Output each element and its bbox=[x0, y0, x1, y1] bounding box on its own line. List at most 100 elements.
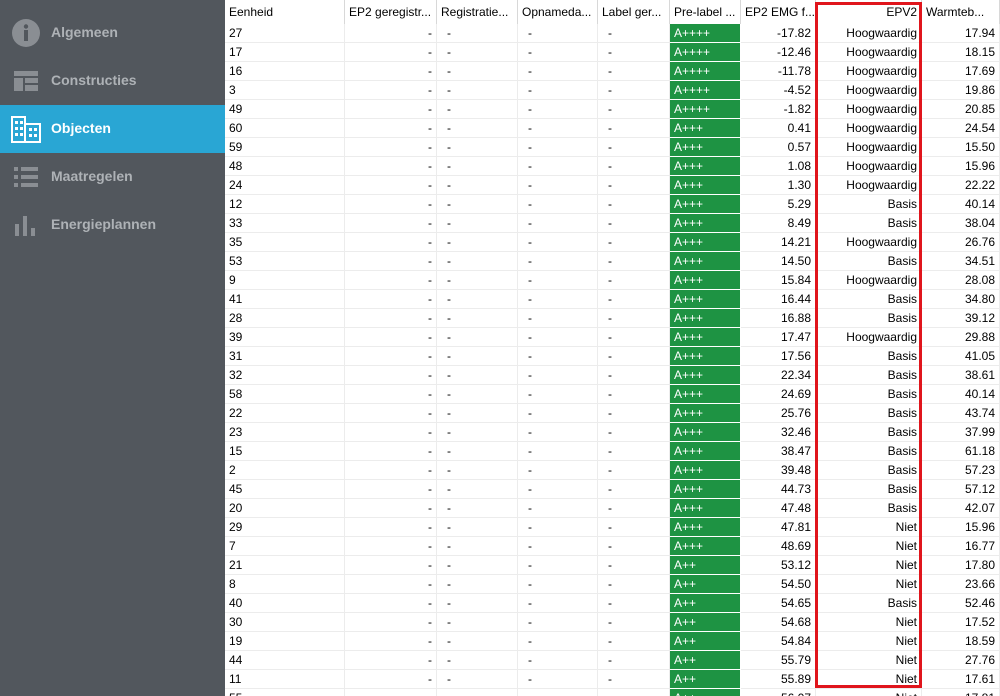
table-row[interactable]: 24- - - - A+++ 1.30 Hoogwaardig 22.22 bbox=[225, 176, 1000, 195]
table-row[interactable]: 22- - - - A+++ 25.76 Basis 43.74 bbox=[225, 404, 1000, 423]
table-row[interactable]: 19- - - - A++ 54.84 Niet 18.59 bbox=[225, 632, 1000, 651]
table-row[interactable]: 7- - - - A+++ 48.69 Niet 16.77 bbox=[225, 537, 1000, 556]
column-header-ep2-geregistreerd[interactable]: EP2 geregistr... bbox=[345, 0, 437, 24]
cell-eenheid: 33 bbox=[225, 214, 345, 233]
cell-warmte: 38.61 bbox=[922, 366, 1000, 385]
cell-registratie: - bbox=[437, 271, 518, 290]
cell-ep2-geregistreerd: - bbox=[345, 594, 437, 613]
layout-icon bbox=[11, 66, 41, 96]
cell-label-geregistreerd: - bbox=[598, 632, 670, 651]
table-row[interactable]: 41- - - - A+++ 16.44 Basis 34.80 bbox=[225, 290, 1000, 309]
table-row[interactable]: 15- - - - A+++ 38.47 Basis 61.18 bbox=[225, 442, 1000, 461]
cell-epv2: Hoogwaardig bbox=[816, 24, 922, 43]
table-row[interactable]: 40- - - - A++ 54.65 Basis 52.46 bbox=[225, 594, 1000, 613]
table-row[interactable]: 35- - - - A+++ 14.21 Hoogwaardig 26.76 bbox=[225, 233, 1000, 252]
cell-label-geregistreerd: - bbox=[598, 176, 670, 195]
table-row[interactable]: 27- - - - A++++ -17.82 Hoogwaardig 17.94 bbox=[225, 24, 1000, 43]
column-header-label-geregistreerd[interactable]: Label ger... bbox=[598, 0, 670, 24]
table-row[interactable]: 23- - - - A+++ 32.46 Basis 37.99 bbox=[225, 423, 1000, 442]
table-row[interactable]: 21- - - - A++ 53.12 Niet 17.80 bbox=[225, 556, 1000, 575]
cell-ep2-emg: 47.81 bbox=[741, 518, 816, 537]
cell-label-geregistreerd: - bbox=[598, 689, 670, 696]
table-row[interactable]: 39- - - - A+++ 17.47 Hoogwaardig 29.88 bbox=[225, 328, 1000, 347]
column-header-warmte[interactable]: Warmteb... bbox=[922, 0, 1000, 24]
cell-pre-label: A+++ bbox=[670, 176, 741, 195]
cell-registratie: - bbox=[437, 689, 518, 696]
cell-eenheid: 22 bbox=[225, 404, 345, 423]
sidebar-item-energieplannen[interactable]: Energieplannen bbox=[0, 201, 225, 249]
cell-opnamedatum: - bbox=[518, 138, 598, 157]
cell-ep2-geregistreerd: - bbox=[345, 404, 437, 423]
table-row[interactable]: 58- - - - A+++ 24.69 Basis 40.14 bbox=[225, 385, 1000, 404]
cell-label-geregistreerd: - bbox=[598, 290, 670, 309]
column-header-pre-label[interactable]: Pre-label ... bbox=[670, 0, 741, 24]
sidebar-item-label: Energieplannen bbox=[51, 216, 157, 232]
table-row[interactable]: 2- - - - A+++ 39.48 Basis 57.23 bbox=[225, 461, 1000, 480]
cell-pre-label: A++++ bbox=[670, 81, 741, 100]
cell-warmte: 24.54 bbox=[922, 119, 1000, 138]
table-row[interactable]: 28- - - - A+++ 16.88 Basis 39.12 bbox=[225, 309, 1000, 328]
table-row[interactable]: 12- - - - A+++ 5.29 Basis 40.14 bbox=[225, 195, 1000, 214]
cell-pre-label: A++++ bbox=[670, 100, 741, 119]
cell-pre-label: A+++ bbox=[670, 442, 741, 461]
sidebar-item-maatregelen[interactable]: Maatregelen bbox=[0, 153, 225, 201]
cell-opnamedatum: - bbox=[518, 309, 598, 328]
cell-eenheid: 3 bbox=[225, 81, 345, 100]
table-row[interactable]: 31- - - - A+++ 17.56 Basis 41.05 bbox=[225, 347, 1000, 366]
sidebar-item-algemeen[interactable]: Algemeen bbox=[0, 9, 225, 57]
table-row[interactable]: 60- - - - A+++ 0.41 Hoogwaardig 24.54 bbox=[225, 119, 1000, 138]
cell-registratie: - bbox=[437, 233, 518, 252]
cell-warmte: 52.46 bbox=[922, 594, 1000, 613]
cell-registratie: - bbox=[437, 119, 518, 138]
table-row[interactable]: 9- - - - A+++ 15.84 Hoogwaardig 28.08 bbox=[225, 271, 1000, 290]
cell-label-geregistreerd: - bbox=[598, 100, 670, 119]
table-row[interactable]: 45- - - - A+++ 44.73 Basis 57.12 bbox=[225, 480, 1000, 499]
cell-label-geregistreerd: - bbox=[598, 195, 670, 214]
column-header-eenheid[interactable]: Eenheid bbox=[225, 0, 345, 24]
table-row[interactable]: 33- - - - A+++ 8.49 Basis 38.04 bbox=[225, 214, 1000, 233]
cell-label-geregistreerd: - bbox=[598, 594, 670, 613]
cell-registratie: - bbox=[437, 613, 518, 632]
table-row[interactable]: 8- - - - A++ 54.50 Niet 23.66 bbox=[225, 575, 1000, 594]
cell-warmte: 18.59 bbox=[922, 632, 1000, 651]
table-row[interactable]: 3- - - - A++++ -4.52 Hoogwaardig 19.86 bbox=[225, 81, 1000, 100]
table-row[interactable]: 59- - - - A+++ 0.57 Hoogwaardig 15.50 bbox=[225, 138, 1000, 157]
column-header-opnamedatum[interactable]: Opnameda... bbox=[518, 0, 598, 24]
cell-eenheid: 12 bbox=[225, 195, 345, 214]
cell-opnamedatum: - bbox=[518, 214, 598, 233]
table-row[interactable]: 55----A++56.07Niet17.81 bbox=[225, 689, 1000, 696]
cell-label-geregistreerd: - bbox=[598, 670, 670, 689]
column-header-epv2[interactable]: EPV2 bbox=[816, 0, 922, 24]
table-row[interactable]: 17- - - - A++++ -12.46 Hoogwaardig 18.15 bbox=[225, 43, 1000, 62]
table-row[interactable]: 49- - - - A++++ -1.82 Hoogwaardig 20.85 bbox=[225, 100, 1000, 119]
table-row[interactable]: 16- - - - A++++ -11.78 Hoogwaardig 17.69 bbox=[225, 62, 1000, 81]
table-row[interactable]: 11- - - - A++ 55.89 Niet 17.61 bbox=[225, 670, 1000, 689]
cell-epv2: Basis bbox=[816, 347, 922, 366]
table-row[interactable]: 32- - - - A+++ 22.34 Basis 38.61 bbox=[225, 366, 1000, 385]
sidebar: Algemeen Constructies Objecten Maatregelen E… bbox=[0, 0, 225, 696]
cell-registratie: - bbox=[437, 556, 518, 575]
cell-ep2-geregistreerd: - bbox=[345, 480, 437, 499]
cell-eenheid: 16 bbox=[225, 62, 345, 81]
cell-warmte: 15.96 bbox=[922, 157, 1000, 176]
cell-opnamedatum: - bbox=[518, 366, 598, 385]
cell-ep2-emg: 24.69 bbox=[741, 385, 816, 404]
cell-eenheid: 27 bbox=[225, 24, 345, 43]
table-row[interactable]: 53- - - - A+++ 14.50 Basis 34.51 bbox=[225, 252, 1000, 271]
table-row[interactable]: 20- - - - A+++ 47.48 Basis 42.07 bbox=[225, 499, 1000, 518]
cell-warmte: 40.14 bbox=[922, 385, 1000, 404]
column-header-ep2-emg[interactable]: EP2 EMG f... bbox=[741, 0, 816, 24]
table-row[interactable]: 48- - - - A+++ 1.08 Hoogwaardig 15.96 bbox=[225, 157, 1000, 176]
column-header-registratie[interactable]: Registratie... bbox=[437, 0, 518, 24]
cell-epv2: Hoogwaardig bbox=[816, 233, 922, 252]
cell-registratie: - bbox=[437, 594, 518, 613]
table-row[interactable]: 29- - - - A+++ 47.81 Niet 15.96 bbox=[225, 518, 1000, 537]
table-row[interactable]: 30- - - - A++ 54.68 Niet 17.52 bbox=[225, 613, 1000, 632]
sidebar-item-constructies[interactable]: Constructies bbox=[0, 57, 225, 105]
cell-pre-label: A++ bbox=[670, 689, 741, 696]
table-row[interactable]: 44- - - - A++ 55.79 Niet 27.76 bbox=[225, 651, 1000, 670]
cell-opnamedatum: - bbox=[518, 651, 598, 670]
cell-eenheid: 9 bbox=[225, 271, 345, 290]
sidebar-item-objecten[interactable]: Objecten bbox=[0, 105, 225, 153]
cell-warmte: 20.85 bbox=[922, 100, 1000, 119]
